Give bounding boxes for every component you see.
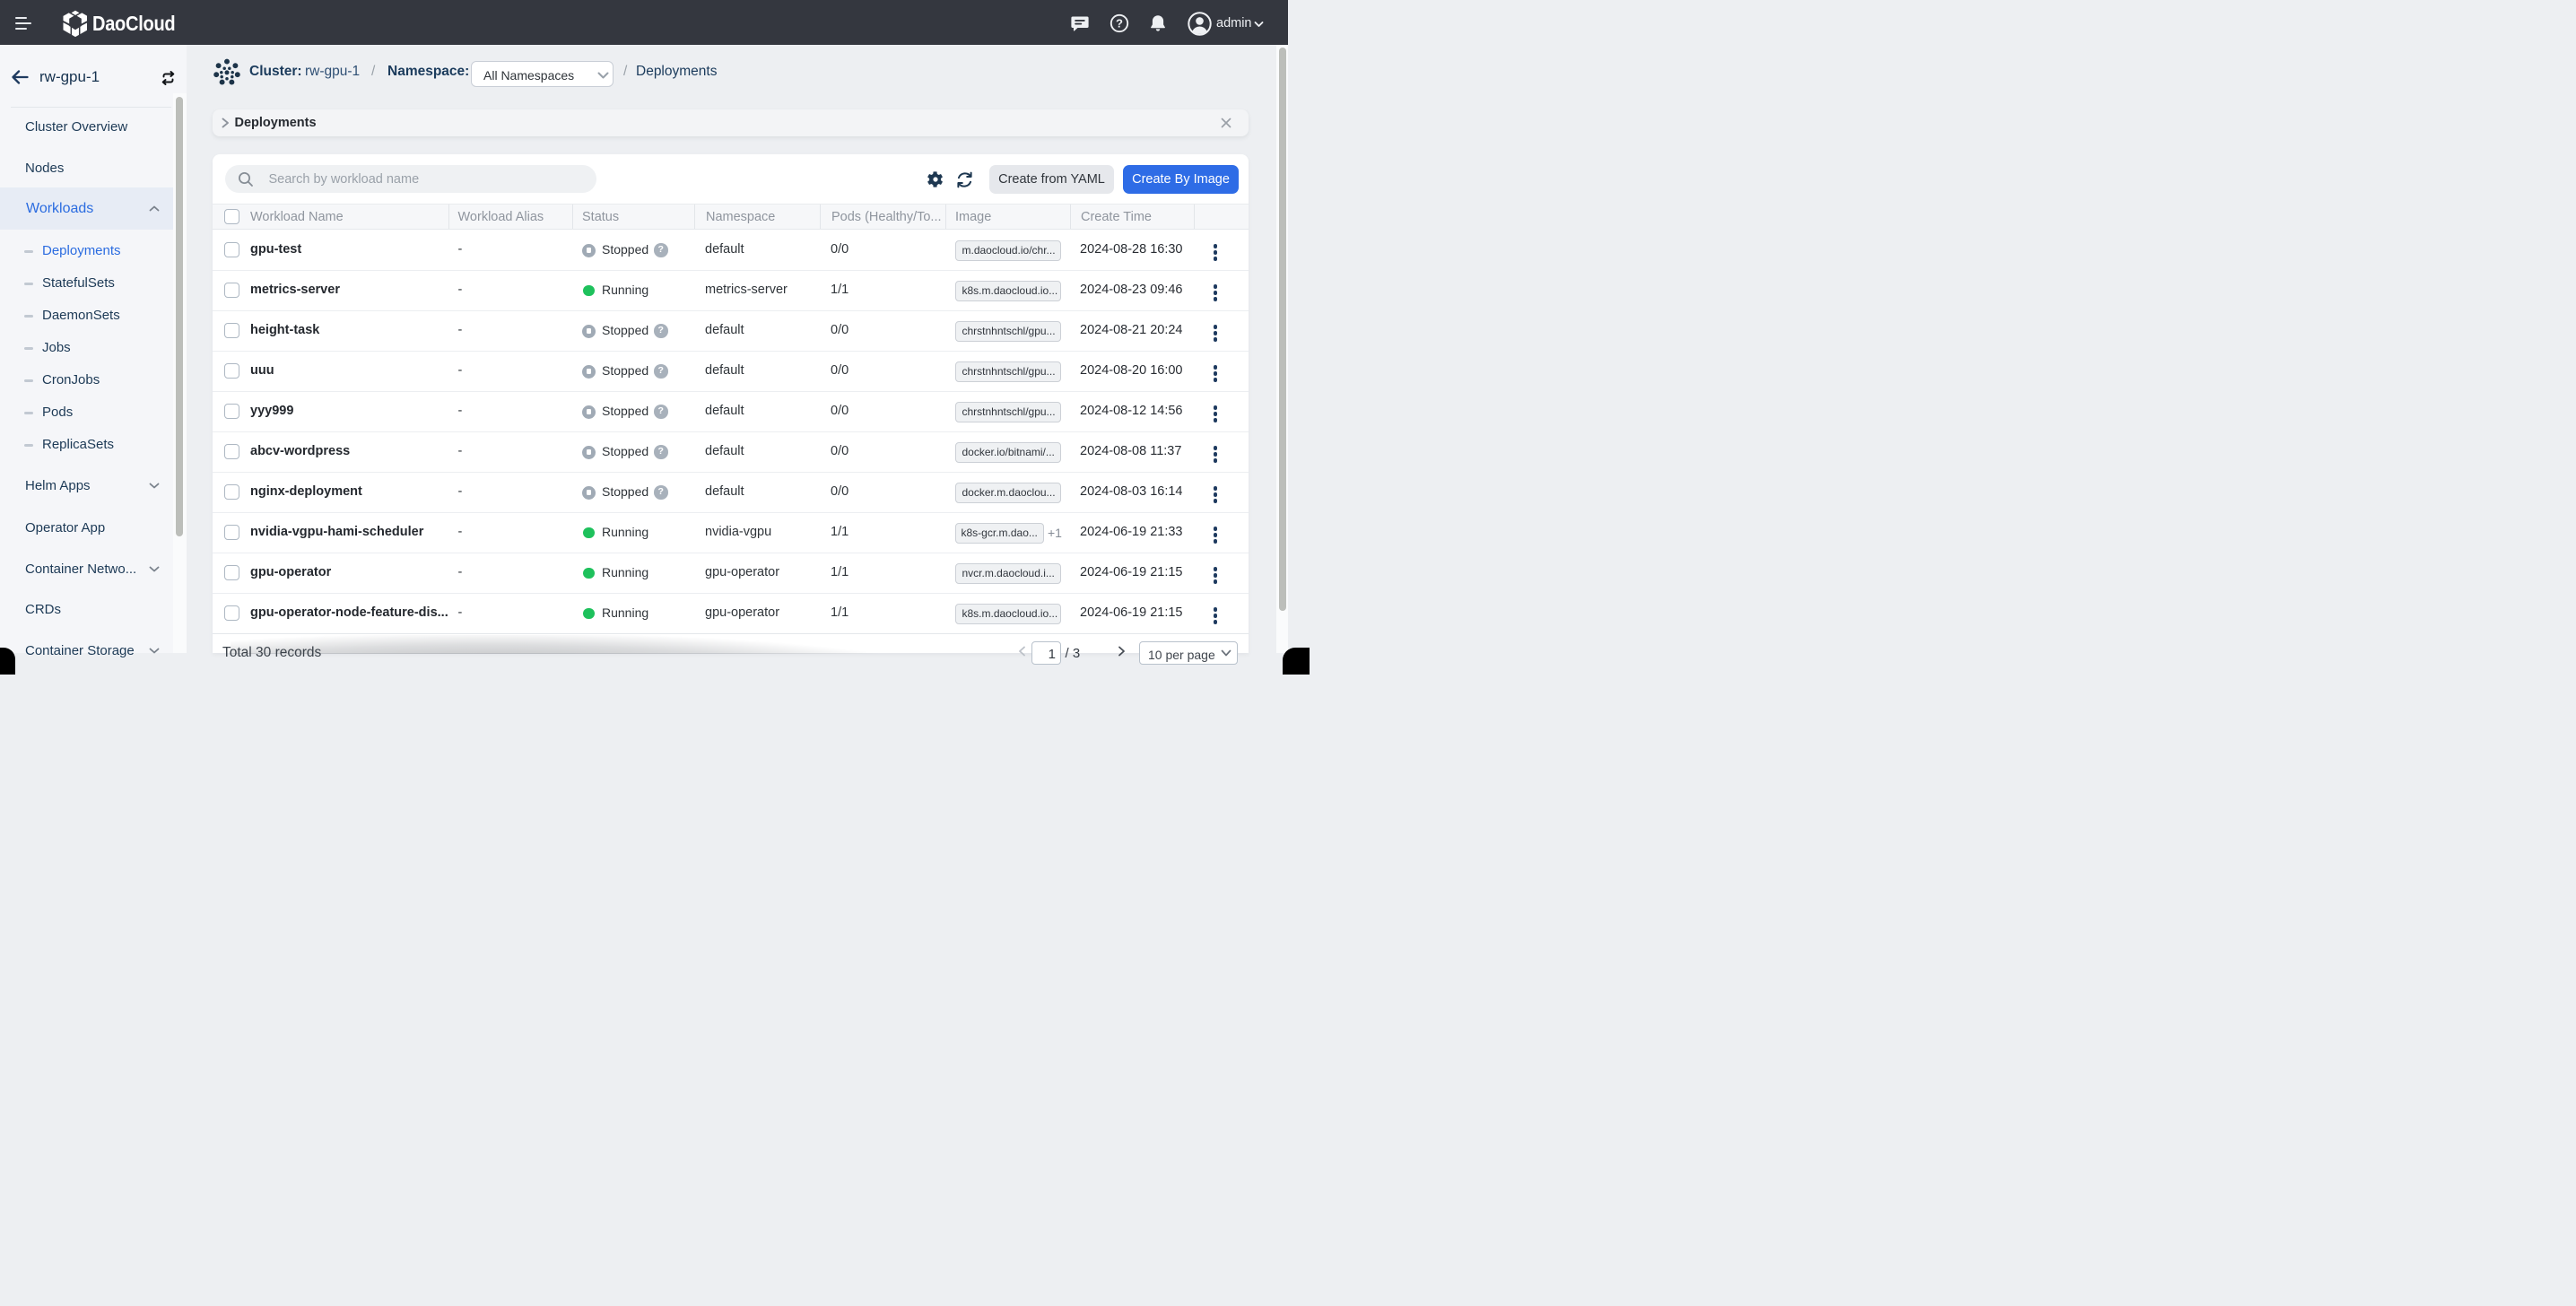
svg-text:?: ? — [1116, 17, 1123, 30]
